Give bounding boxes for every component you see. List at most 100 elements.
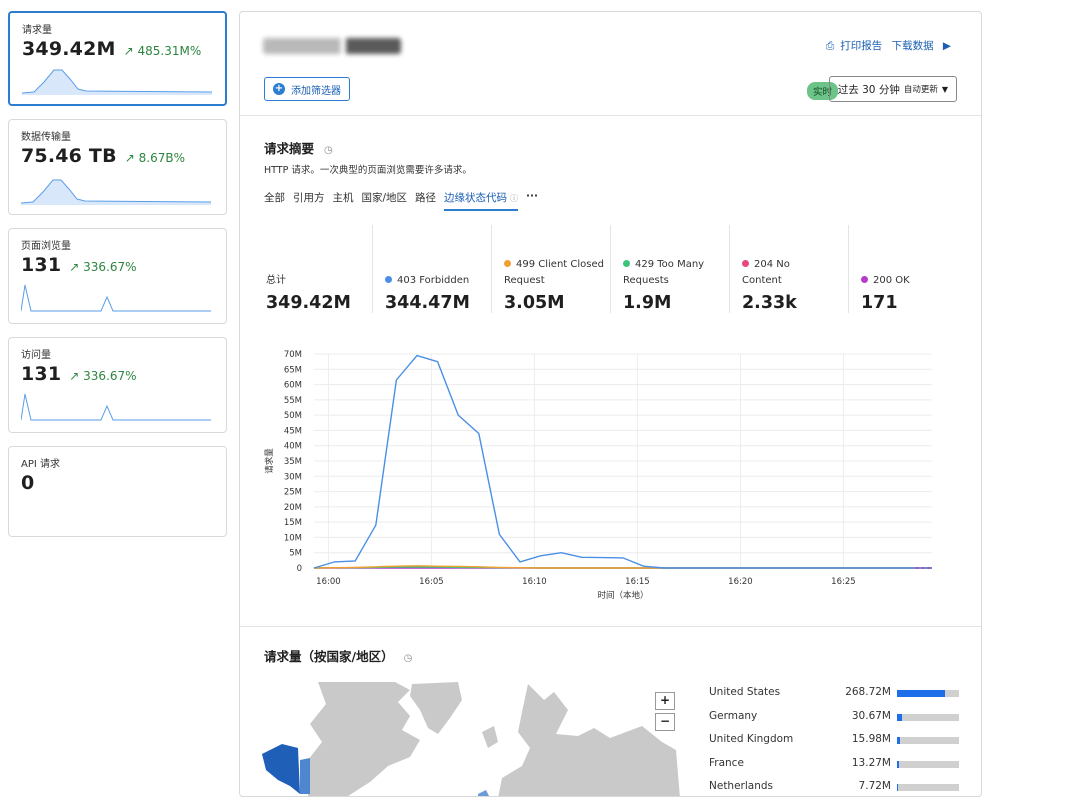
stat-value: 1.9M xyxy=(623,293,672,313)
metric-value: 131 xyxy=(21,363,62,385)
print-icon[interactable]: ⎙ xyxy=(826,40,834,52)
legend-dot xyxy=(861,276,868,283)
country-bar xyxy=(897,690,959,697)
panel-header: ⎙ 打印报告 下载数据 ▶ + 添加筛选器 实时 过去 30 分钟 自动更新 ▼ xyxy=(240,12,981,116)
metric-card-api-requests[interactable]: API 请求 0 xyxy=(8,446,227,537)
tab-host[interactable]: 主机 xyxy=(333,190,354,211)
zoom-in-button[interactable]: + xyxy=(655,692,675,710)
y-tick-label: 25M xyxy=(284,488,302,498)
y-tick-label: 5M xyxy=(289,549,302,559)
country-name: France xyxy=(709,756,744,769)
stat-label-text: 200 OK xyxy=(873,275,910,286)
play-icon[interactable]: ▶ xyxy=(943,40,951,52)
country-bar xyxy=(897,737,959,744)
series-line xyxy=(313,354,932,569)
x-axis-label: 时间（本地） xyxy=(597,590,648,601)
country-value: 268.72M xyxy=(845,686,891,698)
country-row[interactable]: Germany 30.67M xyxy=(709,710,959,734)
stat-label: 总计 xyxy=(266,273,286,289)
country-row[interactable]: United Kingdom 15.98M xyxy=(709,733,959,757)
redacted-site-title xyxy=(263,38,401,54)
y-axis-label: 请求量 xyxy=(264,448,275,474)
header-links: ⎙ 打印报告 下载数据 ▶ xyxy=(820,38,951,53)
world-map[interactable] xyxy=(260,682,680,797)
tab-path[interactable]: 路径 xyxy=(415,190,436,211)
country-value: 30.67M xyxy=(851,709,891,722)
y-tick-label: 20M xyxy=(284,503,302,513)
metric-card-visits[interactable]: 访问量 131 ↗ 336.67% xyxy=(8,337,227,433)
country-name: Germany xyxy=(709,709,758,722)
status-stats: 总计 349.42M 403 Forbidden 344.47M 499 Cli… xyxy=(254,225,968,313)
map-canada-edge xyxy=(300,758,310,794)
y-tick-label: 50M xyxy=(284,411,302,421)
y-tick-label: 65M xyxy=(284,365,302,375)
time-range-label: 过去 30 分钟 xyxy=(837,83,900,96)
clock-icon: ◷ xyxy=(324,145,333,156)
print-report-link[interactable]: 打印报告 xyxy=(840,40,882,52)
metric-card-requests[interactable]: 请求量 349.42M ↗ 485.31M% xyxy=(8,11,227,106)
stat-429[interactable]: 429 Too Many Requests 1.9M xyxy=(611,225,730,313)
info-icon: ⓘ xyxy=(510,194,519,203)
stat-label-text: 204 No Content xyxy=(742,259,790,286)
country-name: Netherlands xyxy=(709,780,774,792)
summary-description: HTTP 请求。一次典型的页面浏览需要许多请求。 xyxy=(264,165,472,176)
summary-title-text: 请求摘要 xyxy=(264,141,315,156)
add-filter-button[interactable]: + 添加筛选器 xyxy=(264,77,350,101)
metric-delta: ↗ 8.67B% xyxy=(124,151,185,165)
country-row[interactable]: Netherlands 7.72M xyxy=(709,780,959,796)
stat-499[interactable]: 499 Client Closed Request 3.05M xyxy=(492,225,611,313)
stat-total[interactable]: 总计 349.42M xyxy=(254,225,373,313)
y-tick-label: 0 xyxy=(297,564,302,574)
country-value: 15.98M xyxy=(851,733,891,745)
tab-all[interactable]: 全部 xyxy=(264,190,285,211)
stat-label-text: 总计 xyxy=(266,275,286,286)
caret-down-icon: ▼ xyxy=(941,84,948,94)
country-row[interactable]: United States 268.72M xyxy=(709,686,959,710)
y-tick-label: 70M xyxy=(284,350,302,360)
zoom-out-button[interactable]: − xyxy=(655,713,675,731)
stat-403[interactable]: 403 Forbidden 344.47M xyxy=(373,225,492,313)
dashboard: 请求量 349.42M ↗ 485.31M% 数据传输量 75.46 TB ↗ … xyxy=(0,0,1091,797)
country-section-title: 请求量（按国家/地区） ◷ xyxy=(264,646,412,665)
stat-label: 204 No Content xyxy=(742,257,822,289)
metric-card-page-views[interactable]: 页面浏览量 131 ↗ 336.67% xyxy=(8,228,227,324)
metric-delta: ↗ 336.67% xyxy=(69,260,137,274)
country-bar xyxy=(897,784,959,791)
metric-value: 75.46 TB xyxy=(21,145,117,167)
legend-dot xyxy=(742,260,749,267)
stat-204[interactable]: 204 No Content 2.33k xyxy=(730,225,849,313)
auto-refresh-label: 自动更新 xyxy=(903,85,938,95)
download-data-link[interactable]: 下载数据 xyxy=(892,40,934,52)
metric-card-data-transfer[interactable]: 数据传输量 75.46 TB ↗ 8.67B% xyxy=(8,119,227,215)
tab-edge-status-code[interactable]: 边缘状态代码 ⓘ xyxy=(444,190,519,211)
country-bar xyxy=(897,713,959,721)
y-tick-label: 45M xyxy=(284,426,302,436)
legend-dot xyxy=(623,260,630,267)
more-tabs-button[interactable]: ··· xyxy=(526,190,538,211)
plus-icon: + xyxy=(273,83,285,95)
metric-sparkline xyxy=(21,284,211,312)
metric-sparkline xyxy=(22,69,212,95)
tab-country[interactable]: 国家/地区 xyxy=(362,190,408,211)
country-value: 13.27M xyxy=(851,756,891,769)
time-range-select[interactable]: 过去 30 分钟 自动更新 ▼ xyxy=(828,76,957,102)
metric-title: API 请求 xyxy=(21,459,60,470)
stat-label-text: 429 Too Many Requests xyxy=(623,259,705,286)
x-tick-label: 16:15 xyxy=(625,577,650,587)
metric-sparkline xyxy=(21,393,211,421)
metric-delta: ↗ 336.67% xyxy=(69,369,137,383)
add-filter-label: 添加筛选器 xyxy=(291,85,341,97)
stat-value: 3.05M xyxy=(504,293,565,313)
y-tick-label: 15M xyxy=(284,518,302,528)
tab-referrer[interactable]: 引用方 xyxy=(293,190,325,211)
stat-200[interactable]: 200 OK 171 xyxy=(849,225,968,313)
summary-tabs: 全部 引用方 主机 国家/地区 路径 边缘状态代码 ⓘ ··· xyxy=(264,190,538,211)
stat-label: 429 Too Many Requests xyxy=(623,257,728,289)
traffic-panel: ⎙ 打印报告 下载数据 ▶ + 添加筛选器 实时 过去 30 分钟 自动更新 ▼ … xyxy=(239,11,982,797)
country-row[interactable]: France 13.27M xyxy=(709,757,959,781)
x-tick-label: 16:20 xyxy=(728,577,753,587)
country-list: United States 268.72M Germany 30.67M Uni… xyxy=(709,686,959,796)
requests-line-chart: 0 5M 10M 15M 20M 25M 30M 35M 40M 45M 50M 55M 60M 65M 7… xyxy=(264,350,932,601)
x-tick-label: 16:10 xyxy=(522,577,547,587)
section-divider xyxy=(240,626,981,627)
